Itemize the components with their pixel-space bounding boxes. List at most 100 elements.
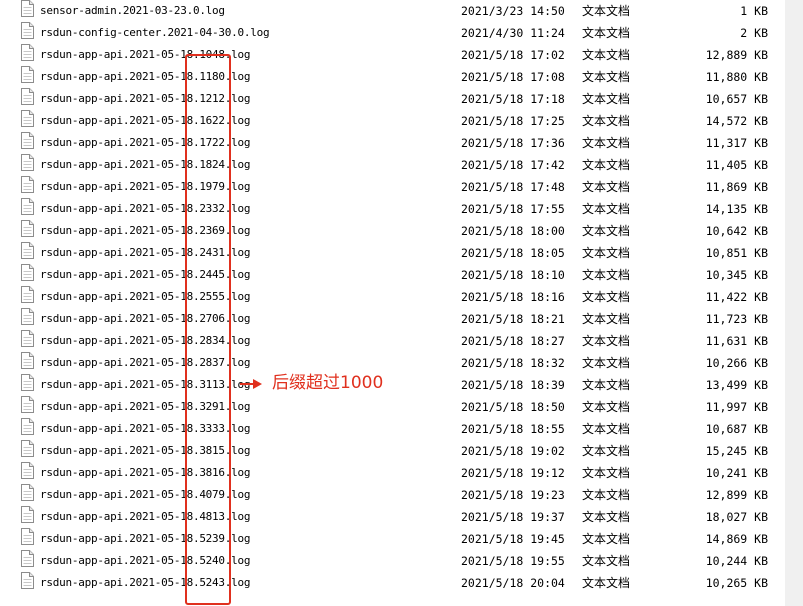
text-document-icon — [21, 352, 34, 369]
file-size: 13,499 KB — [705, 378, 768, 392]
file-modified-date: 2021/5/18 19:23 — [461, 488, 565, 502]
file-name: rsdun-app-api.2021-05-18.3815.log — [40, 444, 251, 457]
file-row[interactable]: sensor-admin.2021-03-23.0.log 2021/3/23 1… — [0, 0, 785, 22]
file-row[interactable]: rsdun-app-api.2021-05-18.2332.log 2021/5/… — [0, 198, 785, 220]
file-name: rsdun-app-api.2021-05-18.1180.log — [40, 70, 251, 83]
file-type: 文本文档 — [582, 422, 631, 436]
file-size: 15,245 KB — [705, 444, 768, 458]
file-name: rsdun-app-api.2021-05-18.2834.log — [40, 334, 251, 347]
file-size: 11,422 KB — [705, 290, 768, 304]
file-type: 文本文档 — [582, 378, 631, 392]
file-type: 文本文档 — [582, 224, 631, 238]
file-row[interactable]: rsdun-app-api.2021-05-18.3815.log 2021/5/… — [0, 440, 785, 462]
file-row[interactable]: rsdun-app-api.2021-05-18.4079.log 2021/5/… — [0, 484, 785, 506]
file-row[interactable]: rsdun-app-api.2021-05-18.1824.log 2021/5/… — [0, 154, 785, 176]
file-type: 文本文档 — [582, 4, 631, 18]
text-document-icon — [21, 264, 34, 281]
file-type: 文本文档 — [582, 444, 631, 458]
file-type: 文本文档 — [582, 356, 631, 370]
file-row[interactable]: rsdun-app-api.2021-05-18.1722.log 2021/5/… — [0, 132, 785, 154]
vertical-scrollbar[interactable] — [785, 0, 803, 606]
file-row[interactable]: rsdun-app-api.2021-05-18.1212.log 2021/5/… — [0, 88, 785, 110]
file-type: 文本文档 — [582, 180, 631, 194]
file-row[interactable]: rsdun-app-api.2021-05-18.3333.log 2021/5/… — [0, 418, 785, 440]
file-name: rsdun-app-api.2021-05-18.3113.log — [40, 378, 251, 391]
file-modified-date: 2021/5/18 17:42 — [461, 158, 565, 172]
file-row[interactable]: rsdun-app-api.2021-05-18.1622.log 2021/5/… — [0, 110, 785, 132]
text-document-icon — [21, 550, 34, 567]
text-document-icon — [21, 374, 34, 391]
text-document-icon — [21, 110, 34, 127]
file-size: 12,899 KB — [705, 488, 768, 502]
file-row[interactable]: rsdun-app-api.2021-05-18.3816.log 2021/5/… — [0, 462, 785, 484]
file-modified-date: 2021/5/18 19:55 — [461, 554, 565, 568]
file-size: 11,869 KB — [705, 180, 768, 194]
file-row[interactable]: rsdun-app-api.2021-05-18.5240.log 2021/5/… — [0, 550, 785, 572]
file-modified-date: 2021/5/18 19:12 — [461, 466, 565, 480]
file-name: rsdun-app-api.2021-05-18.1722.log — [40, 136, 251, 149]
file-size: 14,135 KB — [705, 202, 768, 216]
file-size: 11,631 KB — [705, 334, 768, 348]
file-size: 18,027 KB — [705, 510, 768, 524]
file-name: rsdun-app-api.2021-05-18.5239.log — [40, 532, 251, 545]
file-row[interactable]: rsdun-app-api.2021-05-18.2834.log 2021/5/… — [0, 330, 785, 352]
file-name: rsdun-app-api.2021-05-18.2706.log — [40, 312, 251, 325]
file-row[interactable]: rsdun-app-api.2021-05-18.2445.log 2021/5/… — [0, 264, 785, 286]
file-name: rsdun-app-api.2021-05-18.3291.log — [40, 400, 251, 413]
file-row[interactable]: rsdun-config-center.2021-04-30.0.log 2021… — [0, 22, 785, 44]
text-document-icon — [21, 22, 34, 39]
text-document-icon — [21, 198, 34, 215]
file-row[interactable]: rsdun-app-api.2021-05-18.2555.log 2021/5/… — [0, 286, 785, 308]
text-document-icon — [21, 308, 34, 325]
file-name: rsdun-app-api.2021-05-18.2837.log — [40, 356, 251, 369]
file-row[interactable]: rsdun-app-api.2021-05-18.1180.log 2021/5/… — [0, 66, 785, 88]
text-document-icon — [21, 220, 34, 237]
file-row[interactable]: rsdun-app-api.2021-05-18.2369.log 2021/5/… — [0, 220, 785, 242]
file-row[interactable]: rsdun-app-api.2021-05-18.3291.log 2021/5/… — [0, 396, 785, 418]
file-type: 文本文档 — [582, 114, 631, 128]
text-document-icon — [21, 66, 34, 83]
file-type: 文本文档 — [582, 48, 631, 62]
file-name: rsdun-app-api.2021-05-18.2369.log — [40, 224, 251, 237]
file-row[interactable]: rsdun-app-api.2021-05-18.5243.log 2021/5/… — [0, 572, 785, 594]
file-modified-date: 2021/5/18 17:08 — [461, 70, 565, 84]
file-type: 文本文档 — [582, 334, 631, 348]
file-modified-date: 2021/5/18 18:00 — [461, 224, 565, 238]
text-document-icon — [21, 484, 34, 501]
file-row[interactable]: rsdun-app-api.2021-05-18.4813.log 2021/5/… — [0, 506, 785, 528]
file-row[interactable]: rsdun-app-api.2021-05-18.3113.log 2021/5/… — [0, 374, 785, 396]
file-type: 文本文档 — [582, 136, 631, 150]
file-size: 10,241 KB — [705, 466, 768, 480]
file-size: 11,723 KB — [705, 312, 768, 326]
file-modified-date: 2021/4/30 11:24 — [461, 26, 565, 40]
file-row[interactable]: rsdun-app-api.2021-05-18.5239.log 2021/5/… — [0, 528, 785, 550]
file-modified-date: 2021/5/18 18:16 — [461, 290, 565, 304]
file-modified-date: 2021/5/18 18:05 — [461, 246, 565, 260]
file-size: 1 KB — [740, 4, 768, 18]
file-row[interactable]: rsdun-app-api.2021-05-18.2706.log 2021/5/… — [0, 308, 785, 330]
file-name: rsdun-app-api.2021-05-18.3333.log — [40, 422, 251, 435]
file-modified-date: 2021/5/18 17:36 — [461, 136, 565, 150]
file-row[interactable]: rsdun-app-api.2021-05-18.1979.log 2021/5/… — [0, 176, 785, 198]
file-type: 文本文档 — [582, 532, 631, 546]
file-type: 文本文档 — [582, 312, 631, 326]
file-size: 10,657 KB — [705, 92, 768, 106]
file-type: 文本文档 — [582, 554, 631, 568]
file-row[interactable]: rsdun-app-api.2021-05-18.1048.log 2021/5/… — [0, 44, 785, 66]
file-name: rsdun-app-api.2021-05-18.1824.log — [40, 158, 251, 171]
file-type: 文本文档 — [582, 268, 631, 282]
file-list: sensor-admin.2021-03-23.0.log 2021/3/23 1… — [0, 0, 785, 594]
annotation-label: 后缀超过1000 — [272, 373, 384, 393]
file-type: 文本文档 — [582, 510, 631, 524]
file-name: rsdun-app-api.2021-05-18.5240.log — [40, 554, 251, 567]
file-modified-date: 2021/5/18 19:02 — [461, 444, 565, 458]
file-type: 文本文档 — [582, 92, 631, 106]
file-size: 10,244 KB — [705, 554, 768, 568]
text-document-icon — [21, 88, 34, 105]
file-type: 文本文档 — [582, 466, 631, 480]
file-row[interactable]: rsdun-app-api.2021-05-18.2837.log 2021/5/… — [0, 352, 785, 374]
file-row[interactable]: rsdun-app-api.2021-05-18.2431.log 2021/5/… — [0, 242, 785, 264]
file-name: rsdun-app-api.2021-05-18.4813.log — [40, 510, 251, 523]
file-type: 文本文档 — [582, 290, 631, 304]
text-document-icon — [21, 286, 34, 303]
